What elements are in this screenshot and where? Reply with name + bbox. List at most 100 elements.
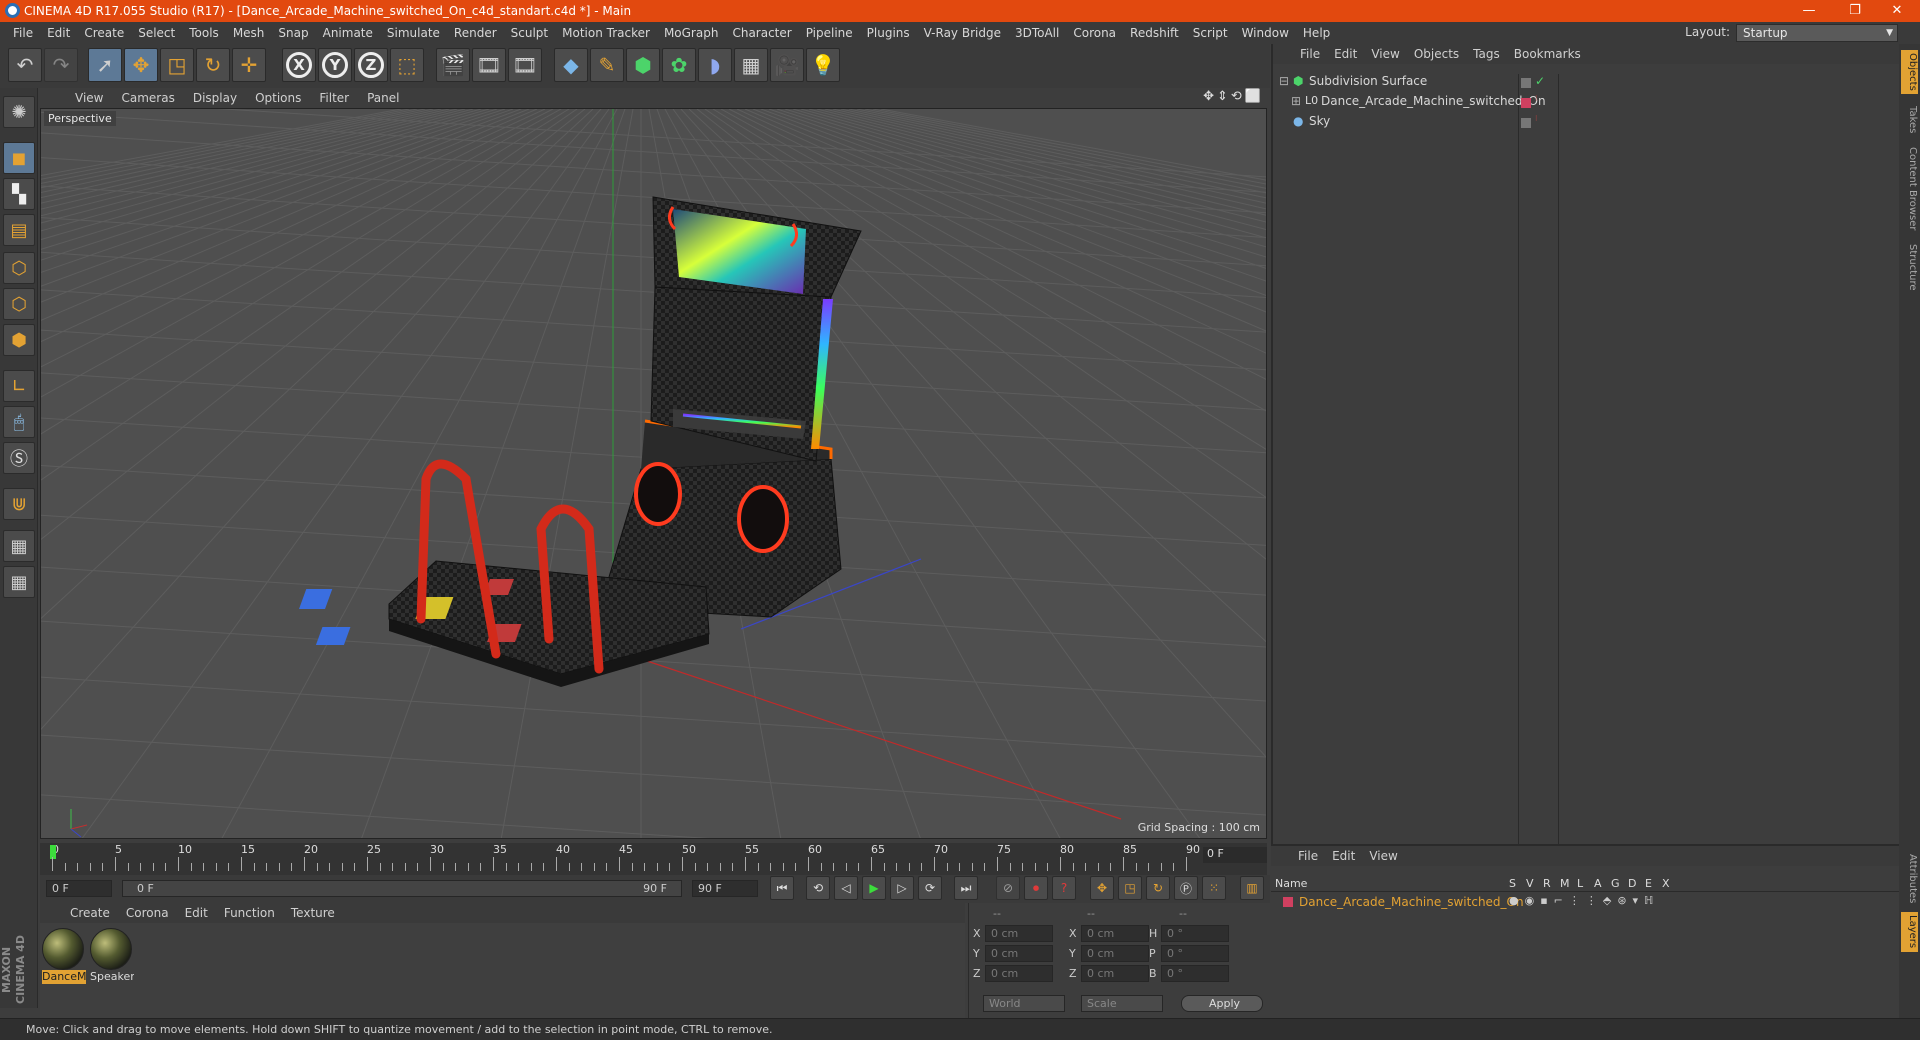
layer-flag-icons[interactable]: ●◉▪⌐⋮⋮⬘⊛▾ℍ — [1509, 894, 1659, 907]
menu-item-help[interactable]: Help — [1296, 26, 1337, 40]
key-pla-button[interactable]: ⁙ — [1202, 876, 1226, 900]
menu-item-sculpt[interactable]: Sculpt — [504, 26, 555, 40]
visibility-dots-icon[interactable]: ⁝ — [1535, 114, 1538, 123]
menu-item-snap[interactable]: Snap — [271, 26, 315, 40]
viewport-menu-panel[interactable]: Panel — [358, 91, 408, 105]
layer-color-swatch[interactable] — [1521, 98, 1531, 108]
coord-value-field[interactable]: 0 cm — [1081, 925, 1149, 942]
coord-value-field[interactable]: 0 cm — [985, 945, 1053, 962]
perspective-viewport[interactable]: Perspective Grid Spacing : 100 cm — [40, 108, 1267, 839]
y-axis-button[interactable]: Y — [318, 48, 352, 82]
points-mode-button[interactable]: ⬡ — [3, 252, 35, 284]
tweak-mode-button[interactable]: 🖱 — [3, 406, 35, 438]
coord-value-field[interactable]: 0 cm — [1081, 945, 1149, 962]
key-parameter-button[interactable]: Ⓟ — [1174, 876, 1198, 900]
menu-item-pipeline[interactable]: Pipeline — [799, 26, 860, 40]
layer-row[interactable]: Dance_Arcade_Machine_switched_On ●◉▪⌐⋮⋮⬘… — [1271, 894, 1899, 912]
menu-item-script[interactable]: Script — [1186, 26, 1235, 40]
coord-value-field[interactable]: 0 ° — [1161, 965, 1229, 982]
enabled-check-icon[interactable]: ✓ — [1535, 74, 1545, 88]
viewport-menu-cameras[interactable]: Cameras — [112, 91, 183, 105]
key-rotation-button[interactable]: ↻ — [1146, 876, 1170, 900]
axis-mode-button[interactable]: ∟ — [3, 370, 35, 402]
material-menu-edit[interactable]: Edit — [177, 906, 216, 920]
menu-item-corona[interactable]: Corona — [1066, 26, 1123, 40]
move-tool-button[interactable]: ✥ — [124, 48, 158, 82]
render-picture-viewer-button[interactable]: 🎞 — [472, 48, 506, 82]
end-frame-field[interactable]: 90 F — [692, 880, 758, 897]
objects-menu-bookmarks[interactable]: Bookmarks — [1507, 47, 1588, 61]
rotate-tool-button[interactable]: ↻ — [196, 48, 230, 82]
live-selection-button[interactable]: ➚ — [88, 48, 122, 82]
go-to-next-frame-button[interactable]: ▷ — [890, 876, 914, 900]
menu-item-3dtoall[interactable]: 3DToAll — [1008, 26, 1066, 40]
edges-mode-button[interactable]: ⬡ — [3, 288, 35, 320]
viewport-menu-filter[interactable]: Filter — [310, 91, 358, 105]
snap-button[interactable]: Ⓢ — [3, 442, 35, 474]
minimize-button[interactable]: — — [1786, 0, 1832, 22]
menu-item-select[interactable]: Select — [131, 26, 182, 40]
viewport-menu-display[interactable]: Display — [184, 91, 246, 105]
coord-value-field[interactable]: 0 cm — [985, 965, 1053, 982]
layer-column-l[interactable]: L — [1577, 877, 1583, 890]
menu-item-character[interactable]: Character — [725, 26, 798, 40]
layer-menu-view[interactable]: View — [1362, 849, 1404, 863]
layer-column-s[interactable]: S — [1509, 877, 1516, 890]
object-row-sky[interactable]: ● Sky ⁝ — [1273, 114, 1901, 134]
texture-mode-button[interactable]: ▚ — [3, 178, 35, 210]
restore-button[interactable]: ❐ — [1832, 0, 1878, 22]
undo-button[interactable]: ↶ — [8, 48, 42, 82]
lock-workplane-button[interactable]: ▦ — [3, 530, 35, 562]
menu-item-redshift[interactable]: Redshift — [1123, 26, 1186, 40]
scale-select[interactable]: Scale — [1081, 995, 1163, 1012]
coord-value-field[interactable]: 0 cm — [1081, 965, 1149, 982]
layer-column-e[interactable]: E — [1645, 877, 1652, 890]
visibility-toggle[interactable] — [1521, 118, 1531, 128]
tab-layers[interactable]: Layers — [1901, 912, 1918, 952]
menu-item-create[interactable]: Create — [77, 26, 131, 40]
layer-column-r[interactable]: R — [1543, 877, 1551, 890]
model-mode-button[interactable]: ◼ — [3, 142, 35, 174]
menu-item-animate[interactable]: Animate — [316, 26, 380, 40]
layer-column-name[interactable]: Name — [1275, 877, 1307, 890]
material-menu-texture[interactable]: Texture — [283, 906, 343, 920]
menu-item-mesh[interactable]: Mesh — [226, 26, 272, 40]
viewport-menu-view[interactable]: View — [66, 91, 112, 105]
spline-pen-button[interactable]: ✎ — [590, 48, 624, 82]
light-button[interactable]: 💡 — [806, 48, 840, 82]
subdivision-surface-button[interactable]: ⬢ — [626, 48, 660, 82]
layer-column-g[interactable]: G — [1611, 877, 1620, 890]
layer-menu-edit[interactable]: Edit — [1325, 849, 1362, 863]
layout-select[interactable]: Startup ▼ — [1736, 24, 1898, 42]
go-to-start-button[interactable]: ⏮ — [770, 876, 794, 900]
coord-value-field[interactable]: 0 ° — [1161, 925, 1229, 942]
array-button[interactable]: ✿ — [662, 48, 696, 82]
close-button[interactable]: ✕ — [1874, 0, 1920, 22]
material-menu-create[interactable]: Create — [62, 906, 118, 920]
tab-takes[interactable]: Takes — [1901, 100, 1918, 140]
go-to-previous-frame-button[interactable]: ◁ — [834, 876, 858, 900]
menu-item-edit[interactable]: Edit — [40, 26, 77, 40]
visibility-dots-icon[interactable]: ⁝ — [1535, 94, 1538, 103]
apply-button[interactable]: Apply — [1181, 995, 1263, 1012]
timeline-window-button[interactable]: ▥ — [1240, 876, 1264, 900]
go-to-next-key-button[interactable]: ⟳ — [918, 876, 942, 900]
menu-item-render[interactable]: Render — [447, 26, 504, 40]
scale-tool-button[interactable]: ◳ — [160, 48, 194, 82]
play-button[interactable]: ▶ — [862, 876, 886, 900]
menu-item-tools[interactable]: Tools — [182, 26, 226, 40]
keyframe-selection-button[interactable]: ? — [1052, 876, 1076, 900]
make-editable-button[interactable]: ✺ — [3, 96, 35, 128]
floor-button[interactable]: ▦ — [734, 48, 768, 82]
tab-objects[interactable]: Objects — [1901, 50, 1918, 94]
coordinate-system-button[interactable]: ⬚ — [390, 48, 424, 82]
collapse-icon[interactable]: ⊟ — [1279, 74, 1289, 88]
redo-button[interactable]: ↷ — [44, 48, 78, 82]
recent-tool-button[interactable]: ✛ — [232, 48, 266, 82]
z-axis-button[interactable]: Z — [354, 48, 388, 82]
menu-item-motion-tracker[interactable]: Motion Tracker — [555, 26, 657, 40]
menu-item-v-ray-bridge[interactable]: V-Ray Bridge — [917, 26, 1008, 40]
visibility-toggle[interactable] — [1521, 78, 1531, 88]
layer-column-v[interactable]: V — [1526, 877, 1534, 890]
render-view-button[interactable]: 🎬 — [436, 48, 470, 82]
